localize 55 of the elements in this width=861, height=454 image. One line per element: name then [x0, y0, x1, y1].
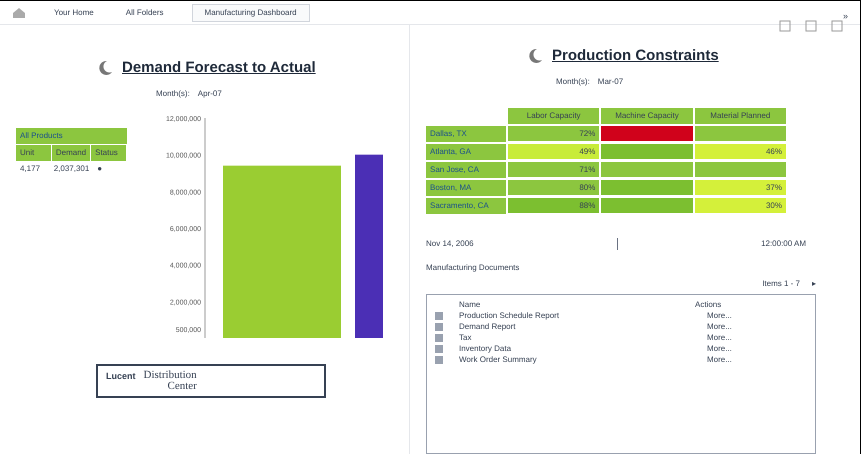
logo-text: Distribution [144, 370, 197, 380]
slider-handle-icon[interactable] [616, 238, 618, 250]
tab[interactable]: Your Home [50, 4, 98, 20]
document-link[interactable]: Work Order Summary [459, 354, 707, 366]
column-header: Material Planned [694, 108, 786, 124]
table-title: All Products [16, 128, 127, 144]
column-header: Unit [16, 144, 52, 160]
tab[interactable]: All Folders [122, 4, 168, 20]
action-link[interactable]: More... [707, 310, 732, 322]
panel-title: Demand Forecast to Actual [122, 58, 316, 78]
heat-cell: 46% [694, 144, 786, 158]
document-link[interactable]: Production Schedule Report [459, 310, 707, 322]
column-header: Demand [52, 144, 92, 160]
document-link[interactable]: Demand Report [459, 321, 707, 333]
heat-cell: 37% [694, 180, 786, 194]
action-link[interactable]: More... [707, 343, 732, 355]
logo-subtext: Center [168, 380, 197, 392]
pager-label: Items 1 - 7 [762, 278, 800, 290]
next-page-icon[interactable]: ▸ [812, 278, 816, 290]
row-header[interactable]: Atlanta, GA [426, 144, 506, 160]
action-link[interactable]: More... [707, 354, 732, 366]
filter-value[interactable]: Apr-07 [198, 88, 222, 100]
section-title: Manufacturing Documents [426, 262, 520, 274]
heat-cell: 80% [508, 180, 600, 194]
column-header: Name [458, 298, 482, 310]
table-cell-text: 2,037,301 [52, 162, 90, 174]
action-link[interactable]: More... [707, 332, 732, 344]
action-link[interactable]: More... [707, 321, 732, 333]
heat-cell: 72% [508, 126, 600, 140]
row-header[interactable]: Sacramento, CA [426, 198, 506, 214]
column-header: Machine Capacity [601, 108, 693, 124]
panel-title: Production Constraints [552, 46, 719, 66]
logo-label: Lucent [106, 370, 136, 382]
heat-cell: 49% [508, 144, 600, 158]
document-link[interactable]: Tax [459, 332, 707, 344]
table-cell-text: 4,177 [19, 162, 42, 174]
filter-label: Month(s): [156, 88, 190, 100]
row-header[interactable]: San Jose, CA [426, 162, 506, 178]
document-link[interactable]: Inventory Data [459, 343, 707, 355]
date-label: Nov 14, 2006 [426, 238, 474, 250]
column-header: Labor Capacity [508, 108, 600, 124]
filter-label: Month(s): [556, 76, 590, 88]
home-icon[interactable] [12, 6, 26, 18]
tab[interactable]: Manufacturing Dashboard [192, 4, 310, 22]
column-header: Status [91, 144, 127, 160]
row-header[interactable]: Dallas, TX [426, 126, 506, 142]
filter-value[interactable]: Mar-07 [598, 76, 624, 88]
heat-cell: 88% [508, 198, 600, 212]
expand-icon[interactable]: » [842, 10, 848, 24]
heat-cell: 71% [508, 162, 600, 176]
time-label: 12:00:00 AM [761, 238, 806, 250]
column-header: Actions [695, 298, 722, 310]
row-header[interactable]: Boston, MA [426, 180, 506, 196]
heat-cell: 30% [694, 198, 786, 212]
table-cell-text: ● [96, 162, 104, 174]
